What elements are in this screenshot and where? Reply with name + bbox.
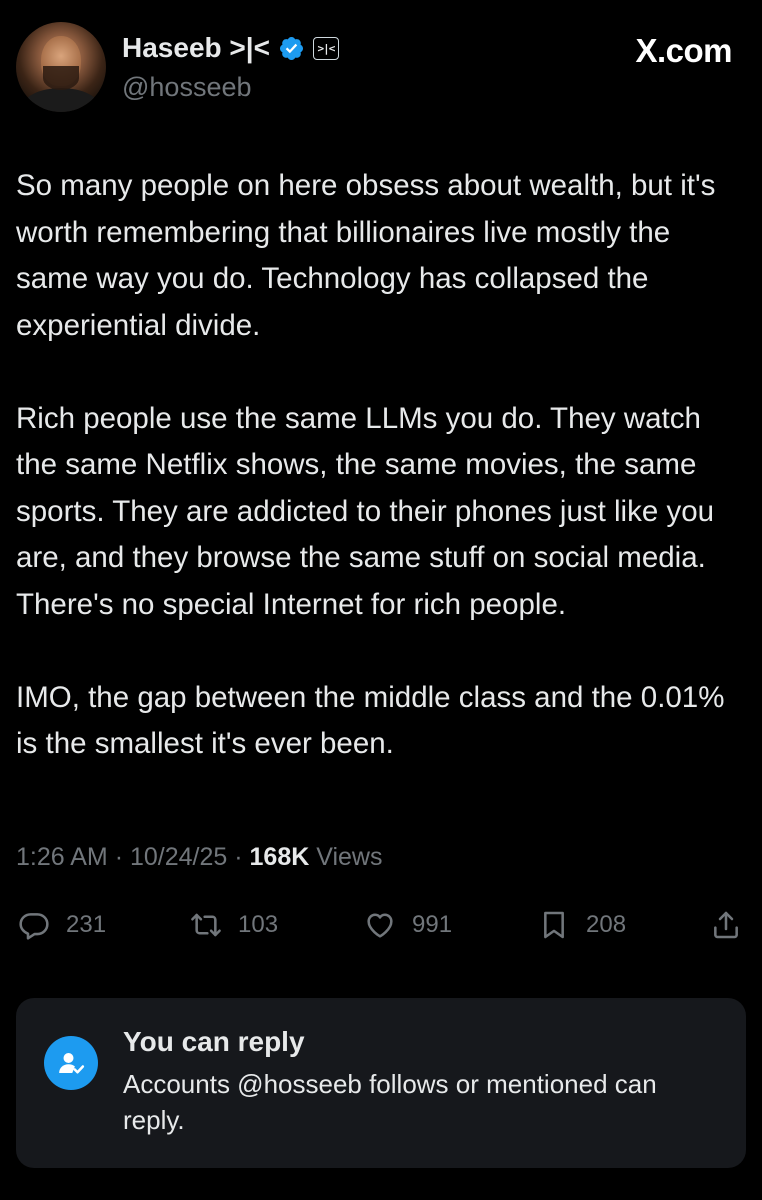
tweet-meta: 1:26 AM · 10/24/25 · 168K Views: [16, 843, 383, 872]
repost-count: 103: [238, 911, 279, 938]
reply-notice-description: Accounts @hosseeb follows or mentioned c…: [123, 1069, 657, 1135]
affiliate-badge-icon[interactable]: >|<: [312, 36, 339, 60]
views-count[interactable]: 168K: [250, 843, 310, 871]
avatar-beard: [43, 66, 79, 90]
like-button[interactable]: 991: [364, 903, 452, 947]
tweet-paragraph: So many people on here obsess about weal…: [16, 169, 716, 342]
repost-icon: [191, 913, 221, 937]
verified-badge-icon[interactable]: [278, 35, 305, 62]
tweet-date[interactable]: 10/24/25: [130, 843, 227, 871]
author-display-name[interactable]: Haseeb >|<: [122, 32, 270, 64]
action-bar: 231 103 991 208: [0, 903, 762, 947]
reply-permission-card: You can reply Accounts @hosseeb follows …: [16, 998, 746, 1168]
tweet-text: So many people on here obsess about weal…: [16, 163, 746, 768]
brand-watermark: X.com: [635, 32, 732, 69]
repost-button[interactable]: 103: [190, 903, 278, 947]
tweet-time[interactable]: 1:26 AM: [16, 843, 108, 871]
tweet-paragraph: IMO, the gap between the middle class an…: [16, 680, 725, 761]
like-count: 991: [412, 911, 453, 938]
author-avatar[interactable]: [16, 22, 106, 112]
heart-icon: [367, 913, 393, 938]
author-name-row: Haseeb >|< >|<: [122, 30, 339, 66]
avatar-shoulders: [22, 88, 100, 112]
reply-button[interactable]: 231: [18, 903, 106, 947]
meta-separator: ·: [234, 843, 243, 871]
reply-notice-title: You can reply: [123, 1026, 305, 1057]
share-button[interactable]: [710, 903, 742, 947]
user-check-icon: [44, 1036, 98, 1090]
views-label: Views: [316, 843, 383, 871]
share-icon: [714, 911, 738, 939]
bookmark-count: 208: [586, 911, 627, 938]
reply-count: 231: [66, 911, 107, 938]
reply-icon: [19, 913, 49, 940]
bookmark-button[interactable]: 208: [538, 903, 626, 947]
author-handle[interactable]: @hosseeb: [122, 72, 252, 103]
tweet-paragraph: Rich people use the same LLMs you do. Th…: [16, 401, 715, 621]
bookmark-icon: [544, 911, 564, 939]
meta-separator: ·: [114, 843, 124, 871]
